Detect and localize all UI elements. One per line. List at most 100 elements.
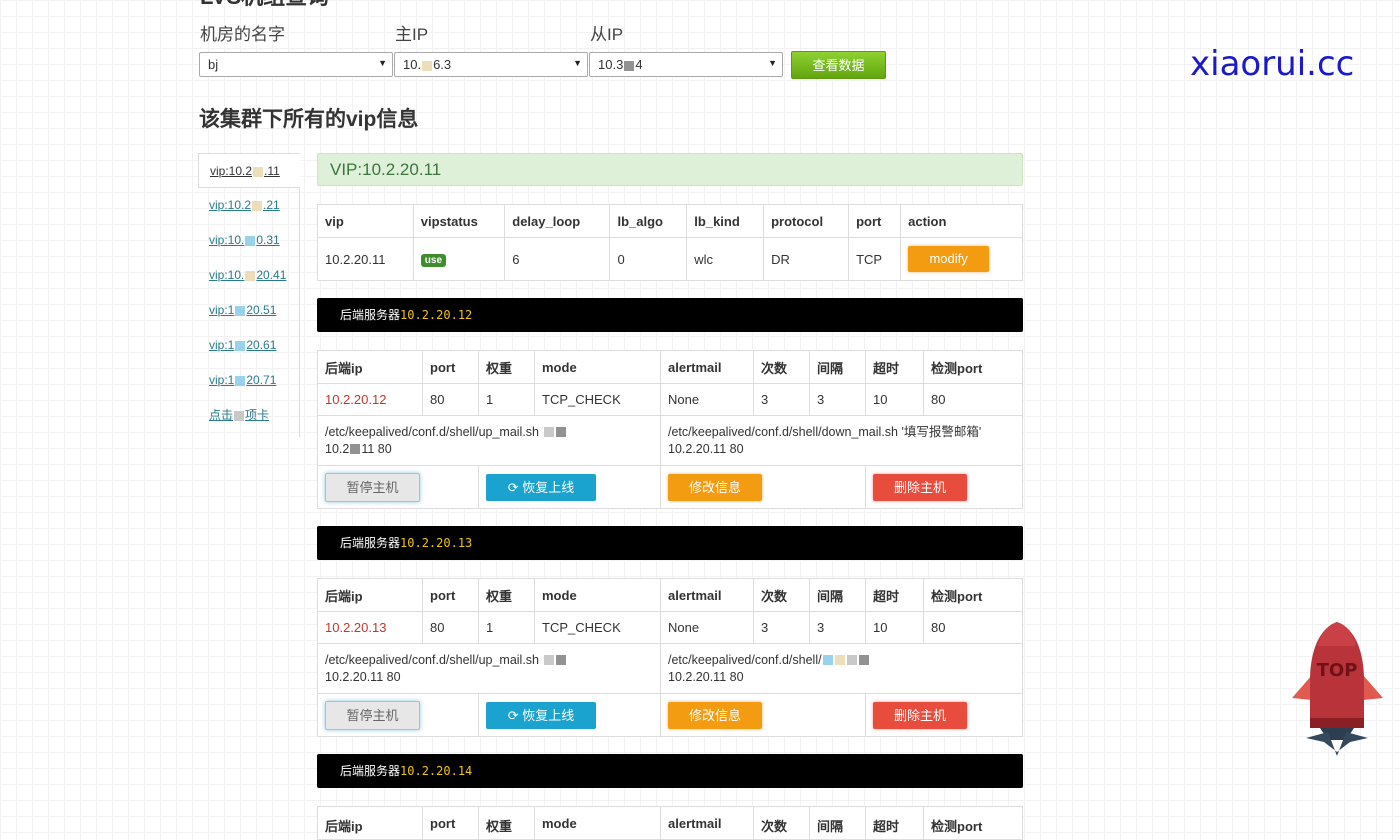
- redacted-block: [555, 655, 566, 666]
- master-ip-select[interactable]: 10. 6.3 ▼: [394, 52, 588, 77]
- server-header: 后端服务器10.2.20.13: [317, 526, 1023, 560]
- backend-ip-cell: 10.2.20.13: [317, 611, 423, 644]
- sidebar-item-vip-4[interactable]: vip:10. 20.41: [198, 258, 300, 293]
- slave-ip-value-end: 4: [635, 57, 643, 72]
- server-header: 后端服务器10.2.20.12: [317, 298, 1023, 332]
- top-label: TOP: [1316, 660, 1358, 681]
- table-row: 10.2.20.13 80 1 TCP_CHECK None 3 3 10 80: [317, 611, 1023, 644]
- rocket-icon: [1292, 622, 1383, 756]
- chevron-down-icon: ▼: [768, 58, 777, 68]
- restore-label: 恢复上线: [522, 707, 575, 723]
- down-command: /etc/keepalived/conf.d/shell/: [668, 652, 822, 667]
- column-header: 后端ip: [317, 350, 423, 384]
- server-ip: 10.2.20.14: [400, 764, 473, 778]
- vip-table: vip vipstatus delay_loop lb_algo lb_kind…: [317, 204, 1023, 281]
- column-header: 间隔: [809, 806, 866, 840]
- restore-online-button[interactable]: ⟳ 恢复上线: [486, 701, 596, 729]
- vipstatus-cell: use: [412, 237, 506, 281]
- lb-kind-cell: wlc: [686, 237, 765, 281]
- master-ip-value-start: 10.: [403, 57, 422, 72]
- column-header: 超时: [864, 350, 925, 384]
- redacted-block: [235, 305, 246, 316]
- sidebar-item-tab-hint[interactable]: 点击 项卡: [198, 398, 300, 433]
- column-header: lb_kind: [686, 204, 765, 238]
- column-header: 间隔: [809, 578, 866, 612]
- sidebar-item-vip-5[interactable]: vip:1 20.51: [198, 293, 300, 328]
- table-row: /etc/keepalived/conf.d/shell/up_mail.sh …: [317, 643, 1023, 694]
- vip-cell: 10.2.20.11: [317, 237, 414, 281]
- timeout-cell: 10: [864, 383, 925, 416]
- restore-online-button[interactable]: ⟳ 恢复上线: [486, 473, 596, 501]
- delay-loop-cell: 6: [504, 237, 611, 281]
- slave-ip-select[interactable]: 10.3 4 ▼: [589, 52, 783, 77]
- pause-host-button[interactable]: 暂停主机: [325, 700, 420, 730]
- chevron-down-icon: ▼: [378, 58, 387, 68]
- down-command-cell: /etc/keepalived/conf.d/shell/ 10.2.20.11…: [660, 643, 1023, 694]
- sidebar-item-vip-1[interactable]: vip:10.2.11: [198, 153, 300, 188]
- up-command-tail: 10.2.20.11 80: [325, 669, 401, 684]
- sidebar-item-vip-2[interactable]: vip:10.2.21: [198, 188, 300, 223]
- query-button[interactable]: 查看数据: [791, 51, 886, 79]
- delete-host-button[interactable]: 删除主机: [873, 701, 967, 729]
- modify-button[interactable]: modify: [908, 246, 990, 272]
- column-header: mode: [534, 806, 661, 840]
- column-header: port: [422, 350, 479, 384]
- mode-cell: TCP_CHECK: [534, 383, 661, 416]
- table-row: 暂停主机 ⟳ 恢复上线 修改信息 删除主机: [317, 693, 1023, 737]
- table-header-row: 后端ip port 权重 mode alertmail 次数 间隔 超时 检测p…: [317, 350, 1023, 384]
- restore-label: 恢复上线: [522, 479, 575, 495]
- table-row: /etc/keepalived/conf.d/shell/up_mail.sh …: [317, 415, 1023, 466]
- up-command-tail: 10.2: [325, 441, 350, 456]
- master-ip-label: 主IP: [395, 25, 429, 44]
- column-header: 次数: [753, 806, 810, 840]
- table-row: 10.2.20.12 80 1 TCP_CHECK None 3 3 10 80: [317, 383, 1023, 416]
- down-command-tail: 10.2.20.11 80: [668, 669, 744, 684]
- back-to-top-button[interactable]: TOP: [1290, 620, 1385, 760]
- redacted-block: [234, 410, 245, 421]
- pause-host-button[interactable]: 暂停主机: [325, 472, 420, 502]
- edit-info-button[interactable]: 修改信息: [668, 473, 762, 501]
- sidebar-item-vip-6[interactable]: vip:1 20.61: [198, 328, 300, 363]
- redacted-block: [253, 166, 264, 177]
- server-table: 后端ip port 权重 mode alertmail 次数 间隔 超时 检测p…: [317, 350, 1023, 509]
- redacted-block: [846, 655, 857, 666]
- column-header: 权重: [478, 578, 535, 612]
- table-row: 10.2.20.11 use 6 0 wlc DR TCP modify: [317, 237, 1023, 281]
- room-label: 机房的名字: [200, 25, 285, 44]
- server-ip: 10.2.20.13: [400, 536, 473, 550]
- restore-cell: ⟳ 恢复上线: [478, 465, 661, 509]
- sidebar-item-vip-3[interactable]: vip:10. 0.31: [198, 223, 300, 258]
- column-header: 超时: [865, 578, 924, 612]
- status-badge: use: [420, 254, 447, 267]
- column-header: alertmail: [660, 578, 754, 612]
- redacted-block: [834, 655, 845, 666]
- page-title: LVS机组查询: [200, 0, 329, 8]
- pause-cell: 暂停主机: [317, 465, 479, 509]
- edit-info-button[interactable]: 修改信息: [668, 701, 762, 729]
- action-cell: modify: [900, 237, 1023, 281]
- port-cell: TCP: [848, 237, 902, 281]
- column-header: vip: [317, 204, 414, 238]
- room-select[interactable]: bj ▼: [199, 52, 393, 77]
- refresh-icon: ⟳: [507, 479, 519, 495]
- interval-cell: 3: [809, 611, 866, 644]
- table-row: 暂停主机 ⟳ 恢复上线 修改信息 删除主机: [317, 465, 1023, 509]
- weight-cell: 1: [478, 611, 535, 644]
- redacted-block: [858, 655, 869, 666]
- brand-logo: xiaorui.cc: [1190, 44, 1355, 84]
- column-header: 权重: [478, 350, 535, 384]
- server-prefix: 后端服务器: [340, 764, 401, 778]
- server-table: 后端ip port 权重 mode alertmail 次数 间隔 超时 检测p…: [317, 806, 1023, 840]
- sidebar-item-vip-7[interactable]: vip:1 20.71: [198, 363, 300, 398]
- protocol-cell: DR: [763, 237, 850, 281]
- column-header: delay_loop: [504, 204, 611, 238]
- check-port-cell: 80: [923, 383, 1023, 416]
- sidebar-divider: [299, 187, 300, 437]
- delete-host-button[interactable]: 删除主机: [873, 473, 967, 501]
- column-header: 权重: [478, 806, 535, 840]
- column-header: alertmail: [660, 806, 754, 840]
- column-header: port: [422, 806, 479, 840]
- column-header: vipstatus: [412, 204, 506, 238]
- up-command-cell: /etc/keepalived/conf.d/shell/up_mail.sh …: [317, 643, 661, 694]
- times-cell: 3: [753, 611, 810, 644]
